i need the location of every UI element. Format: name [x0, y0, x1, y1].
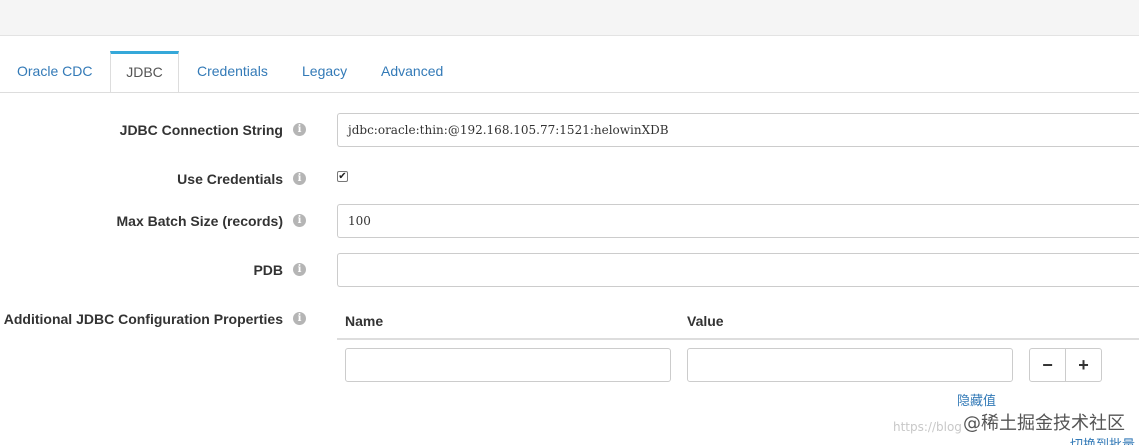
url-watermark: https://blog	[893, 420, 962, 434]
remove-row-button[interactable]: −	[1030, 349, 1065, 381]
value-column-header: Value	[687, 313, 724, 329]
top-toolbar	[0, 0, 1139, 36]
name-column-header: Name	[345, 313, 384, 329]
add-row-button[interactable]: +	[1065, 349, 1101, 381]
switch-to-bulk-link[interactable]: 切换到批量	[1070, 436, 1135, 445]
max-batch-label: Max Batch Size (records)	[116, 213, 284, 229]
property-name-input[interactable]	[345, 348, 671, 382]
info-icon[interactable]: i	[293, 312, 306, 325]
max-batch-input[interactable]: 100	[337, 204, 1139, 238]
tab-advanced[interactable]: Advanced	[381, 51, 443, 92]
use-credentials-label: Use Credentials	[177, 171, 283, 187]
row-actions: − +	[1029, 348, 1102, 382]
hide-values-link[interactable]: 隐藏值	[957, 390, 996, 409]
pdb-input[interactable]	[337, 253, 1139, 287]
use-credentials-checkbox[interactable]: ✔	[337, 171, 348, 182]
additional-props-label: Additional JDBC Configuration Properties	[3, 311, 283, 327]
config-tabs: Oracle CDC JDBC Credentials Legacy Advan…	[0, 51, 1139, 93]
connection-string-label: JDBC Connection String	[119, 122, 283, 138]
pdb-label: PDB	[253, 262, 283, 278]
tab-jdbc[interactable]: JDBC	[110, 51, 179, 92]
connection-string-input[interactable]: jdbc:oracle:thin:@192.168.105.77:1521:he…	[337, 113, 1139, 147]
property-value-input[interactable]	[687, 348, 1013, 382]
info-icon[interactable]: i	[293, 263, 306, 276]
tab-legacy[interactable]: Legacy	[302, 51, 347, 92]
tab-oracle-cdc[interactable]: Oracle CDC	[17, 51, 92, 92]
info-icon[interactable]: i	[293, 214, 306, 227]
info-icon[interactable]: i	[293, 172, 306, 185]
tab-credentials[interactable]: Credentials	[197, 51, 268, 92]
info-icon[interactable]: i	[293, 123, 306, 136]
table-header-divider	[337, 338, 1139, 340]
site-watermark: @稀土掘金技术社区	[963, 413, 1125, 434]
